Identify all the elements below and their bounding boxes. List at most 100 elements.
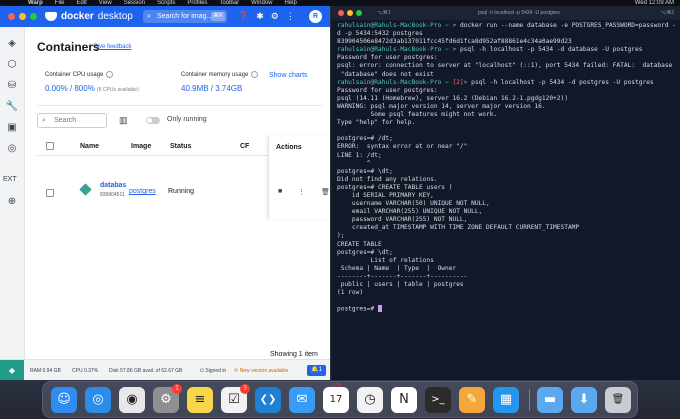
terminal-output[interactable]: rahulsain@Rahuls-MacBook-Pro ~ > docker … <box>337 22 677 313</box>
info-icon[interactable] <box>106 71 114 78</box>
give-feedback-link[interactable]: Give feedback <box>93 44 131 50</box>
terminal-titlebar: ⌥⌘1 psql -h localhost -p 5434 -U postgre… <box>332 6 680 20</box>
calendar-icon[interactable]: 17 APR <box>323 383 349 413</box>
add-extension-icon[interactable]: ⊕ <box>5 195 19 209</box>
terminal-icon[interactable]: >_ <box>425 387 451 413</box>
grid-apps-icon[interactable]: ⋮ <box>286 11 295 22</box>
container-status: Running <box>168 188 195 195</box>
docker-icon[interactable]: ▦ <box>493 387 519 413</box>
terminal-line: d -p 5434:5432 postgres <box>337 30 423 38</box>
signed-in-status[interactable]: ⏻ Signed in <box>200 368 226 374</box>
terminal-line: password VARCHAR(255) NOT NULL, <box>337 216 468 224</box>
macos-dock: ☺ ◎ ◉ ⚙ 1 ≡ ☑ 3 ❮❯ ✉ 17 APR ◷ N >_ ✎ ▦ ▬ ⬇ 🗑 <box>42 381 638 418</box>
container-search-input[interactable]: ⌕ Search <box>37 113 107 128</box>
col-name[interactable]: Name <box>80 143 99 150</box>
terminal-line: rahulsain@Rahuls-MacBook-Pro ~ [2]> psql… <box>337 78 654 86</box>
columns-toggle-icon[interactable]: ▥ <box>119 115 128 126</box>
settings-gear-icon[interactable]: ⚙ <box>271 11 279 22</box>
container-name-link[interactable]: databas <box>100 182 126 189</box>
cpu-usage-label: Container CPU usage <box>45 71 114 78</box>
divider <box>37 105 322 106</box>
terminal-cursor <box>377 305 382 313</box>
stop-container-icon[interactable]: ■ <box>278 188 282 195</box>
zoom-window-button[interactable] <box>30 13 37 20</box>
vscode-icon[interactable]: ❮❯ <box>255 387 281 413</box>
info-icon[interactable] <box>251 71 259 78</box>
minimize-window-button[interactable] <box>19 13 26 20</box>
safari-icon[interactable]: ◎ <box>85 387 111 413</box>
search-placeholder: Search <box>54 117 77 124</box>
notification-badge: 1 <box>172 384 182 394</box>
terminal-window: ⌥⌘1 psql -h localhost -p 5434 -U postgre… <box>332 6 680 380</box>
mail-icon[interactable]: ✉ <box>289 387 315 413</box>
docker-whale-icon <box>45 12 57 21</box>
select-all-checkbox[interactable] <box>46 142 54 150</box>
images-nav-icon[interactable]: ⬡ <box>5 58 19 72</box>
notes-icon[interactable]: ≡ <box>187 387 213 413</box>
actions-column: Actions ■ ⋮ 🗑 <box>268 136 330 219</box>
terminal-line: postgres=# \dt; <box>337 167 393 175</box>
zoom-window-button[interactable] <box>356 10 362 16</box>
system-settings-icon[interactable]: ⚙ 1 <box>153 384 182 413</box>
delete-container-icon[interactable]: 🗑 <box>321 188 330 196</box>
table-row[interactable]: databas 839904511 postgres Running <box>37 156 268 219</box>
more-actions-icon[interactable]: ⋮ <box>298 188 305 196</box>
brand-name-light: desktop <box>97 11 133 22</box>
terminal-line: rahulsain@Rahuls-MacBook-Pro ~ > psql -h… <box>337 46 643 54</box>
dev-environments-nav-icon[interactable]: ▣ <box>5 121 19 135</box>
engine-status-whale-icon[interactable]: ◆ <box>0 360 24 380</box>
row-checkbox[interactable] <box>46 189 54 197</box>
clock-icon[interactable]: ◷ <box>357 387 383 413</box>
terminal-line: email VARCHAR(255) UNIQUE NOT NULL, <box>337 208 483 216</box>
trash-icon[interactable]: 🗑 <box>605 387 631 413</box>
container-id: 839904511 <box>100 192 125 198</box>
docker-sidebar: ◈ ⬡ ⛁ 🔧 ▣ ◎ EXT ⊕ <box>0 27 25 359</box>
ram-usage: RAM 0.94 GB <box>30 368 61 374</box>
global-search-input[interactable]: ⌕ Search for imag... ⌘K <box>143 10 227 23</box>
downloads-folder-icon[interactable]: ⬇ <box>571 387 597 413</box>
brand-name-bold: docker <box>61 11 94 22</box>
container-cube-icon <box>79 183 92 196</box>
folder-icon[interactable]: ▬ <box>537 387 563 413</box>
extensions-section-label: EXT <box>3 176 17 183</box>
tab-shortcut-left[interactable]: ⌥⌘1 <box>377 6 391 20</box>
dock-separator <box>529 389 530 411</box>
volumes-nav-icon[interactable]: ⛁ <box>5 79 19 93</box>
minimize-window-button[interactable] <box>347 10 353 16</box>
finder-icon[interactable]: ☺ <box>51 387 77 413</box>
terminal-line: Password for user postgres: <box>337 86 438 94</box>
notion-icon[interactable]: N <box>391 387 417 413</box>
col-image[interactable]: Image <box>131 143 151 150</box>
terminal-line: psql (14.11 (Homebrew), server 16.2 (Deb… <box>337 94 568 102</box>
docker-titlebar: docker desktop ⌕ Search for imag... ⌘K ❓… <box>0 6 330 27</box>
user-avatar[interactable]: R <box>309 10 322 23</box>
tab-shortcut-right[interactable]: ⌥⌘2 <box>660 6 674 20</box>
docker-desktop-window: docker desktop ⌕ Search for imag... ⌘K ❓… <box>0 6 331 380</box>
reminders-icon[interactable]: ☑ 3 <box>221 384 250 413</box>
scout-nav-icon[interactable]: ◎ <box>5 142 19 156</box>
col-cpu[interactable]: CF <box>240 143 249 150</box>
only-running-toggle[interactable] <box>146 117 160 124</box>
close-window-button[interactable] <box>8 13 15 20</box>
builds-nav-icon[interactable]: 🔧 <box>5 100 19 114</box>
col-status[interactable]: Status <box>170 143 191 150</box>
notifications-bell-icon[interactable]: 🔔1 <box>307 365 326 376</box>
terminal-line: postgres=# /dt; <box>337 135 393 143</box>
docker-brand: docker desktop <box>45 11 133 22</box>
terminal-line: psql: error: connection to server at "lo… <box>337 62 673 70</box>
terminal-line: postgres=# \dt; <box>337 248 393 256</box>
new-version-link[interactable]: ⟳ New version available <box>234 368 288 374</box>
docker-status-bar: ◆ RAM 0.94 GB CPU 0.37% Disk 57.86 GB av… <box>0 359 330 380</box>
terminal-line: ERROR: syntax error at or near "/" <box>337 143 468 151</box>
container-image-link[interactable]: postgres <box>129 188 156 195</box>
extensions-icon[interactable]: ✱ <box>256 11 264 22</box>
close-window-button[interactable] <box>338 10 344 16</box>
search-shortcut-badge: ⌘K <box>210 12 225 21</box>
show-charts-link[interactable]: Show charts <box>269 72 308 79</box>
pages-icon[interactable]: ✎ <box>459 387 485 413</box>
containers-nav-icon[interactable]: ◈ <box>5 37 19 51</box>
chrome-icon[interactable]: ◉ <box>119 387 145 413</box>
learning-center-icon[interactable]: ❓ <box>238 11 249 22</box>
items-count: Showing 1 item <box>270 351 318 358</box>
terminal-line: 839904506e8472d3ab137011fcc45fd6d1fca8d9… <box>337 38 572 46</box>
